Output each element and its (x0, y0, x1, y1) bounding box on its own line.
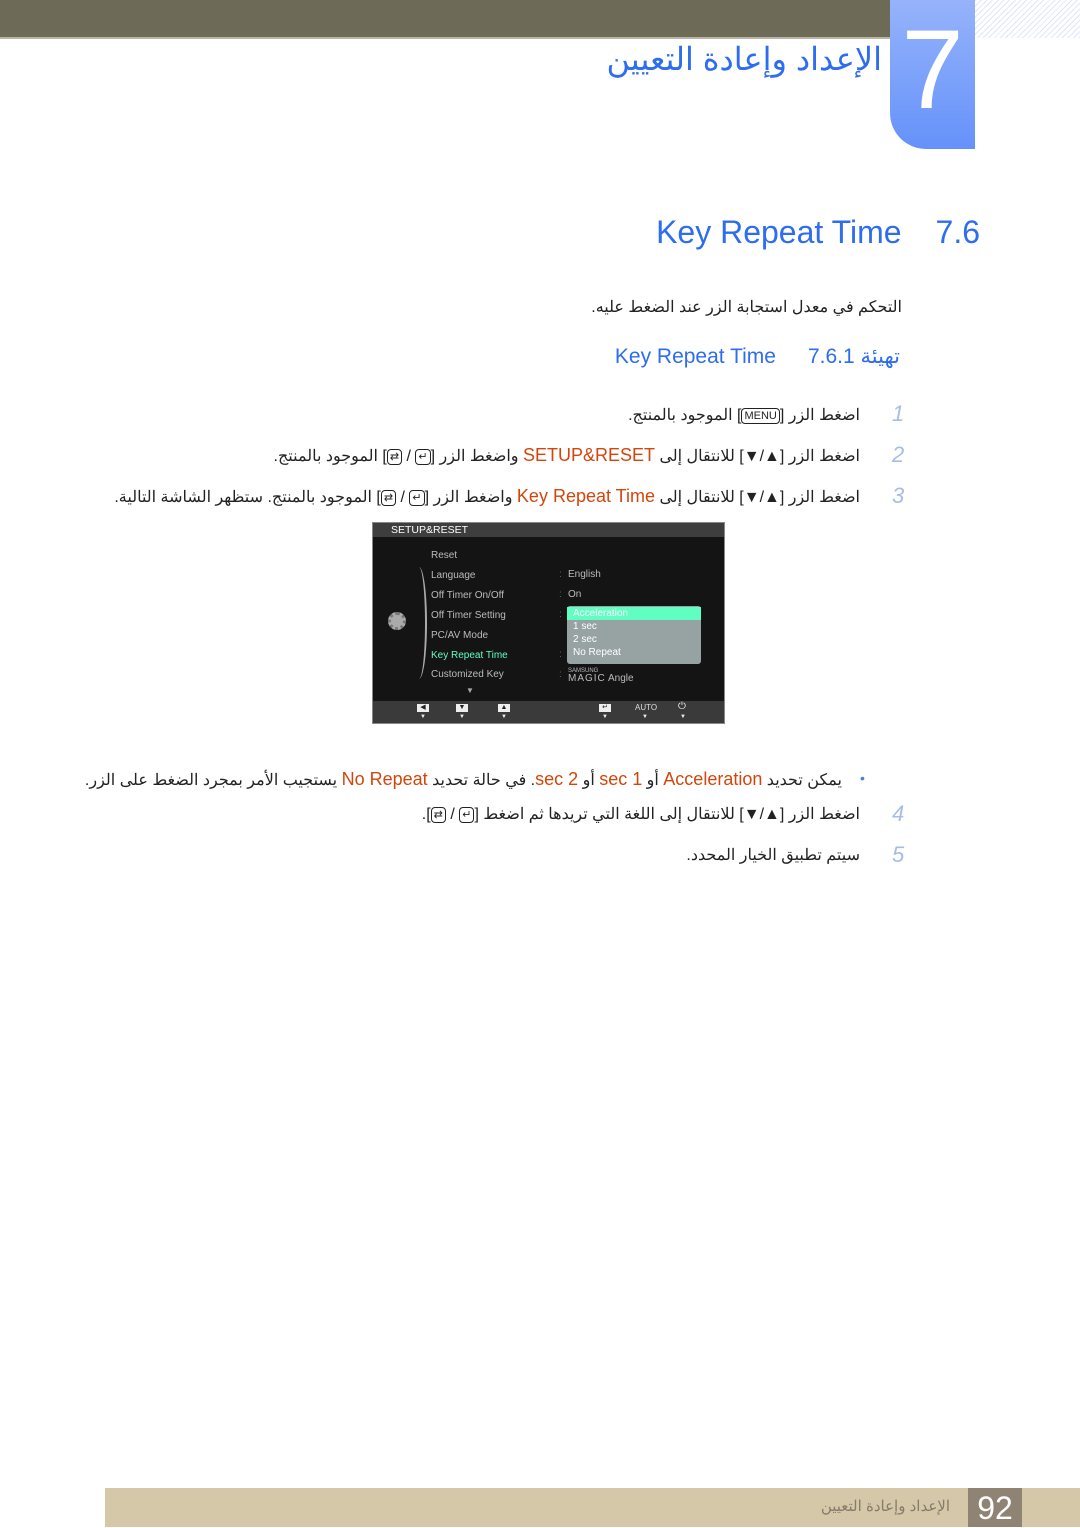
enter-key-icon: ↵ (409, 489, 425, 506)
enter-button-icon: ↵ (599, 704, 611, 712)
source-key-icon: ⇄ (380, 489, 397, 506)
highlight-text: Key Repeat Time (516, 486, 655, 506)
power-icon: ⏻ (678, 701, 686, 712)
intro-text: التحكم في معدل استجابة الزر عند الضغط عل… (591, 299, 902, 316)
step-number: 5 (892, 842, 905, 867)
enter-key-icon: ↵ (415, 448, 431, 465)
step-number: 1 (892, 401, 905, 426)
osd-screenshot: SETUP&RESET Reset Language Off Timer On/… (372, 522, 725, 724)
osd-item: Off Timer Setting (431, 610, 506, 621)
bullet-icon: • (860, 770, 865, 786)
step-5: سيتم تطبيق الخيار المحدد. (686, 847, 860, 864)
osd-item: Language (431, 570, 476, 581)
auto-button-label: AUTO (635, 703, 658, 712)
section-title: Key Repeat Time (656, 214, 902, 250)
highlight-text: SETUP&RESET (522, 445, 655, 465)
subsection-title: تهيئة Key Repeat Time (614, 345, 900, 368)
scroll-down-icon: ▼ (466, 686, 474, 695)
dropdown-option: 1 sec (573, 621, 597, 632)
source-key-icon: ⇄ (430, 806, 446, 823)
step-1: اضغط الزر [MENU] الموجود بالمنتج. (628, 407, 860, 424)
chapter-title: الإعداد وإعادة التعيين (606, 41, 882, 77)
subsection-number: 7.6.1 (807, 345, 855, 368)
note-text: يمكن تحديد Acceleration أو sec 1 أو sec … (84, 769, 842, 789)
step-number: 2 (892, 442, 905, 467)
osd-header: SETUP&RESET (373, 523, 724, 537)
subsection-heading: تهيئة Key Repeat Time7.6.1 (615, 344, 900, 369)
step-2: اضغط الزر [▲/▼] للانتقال إلى SETUP&RESET… (273, 445, 860, 465)
osd-value: English (568, 569, 601, 580)
up-button-icon: ▲ (498, 704, 510, 712)
step-number: 3 (892, 483, 905, 508)
down-button-icon: ▼ (456, 704, 468, 712)
step-3: اضغط الزر [▲/▼] للانتقال إلى Key Repeat … (114, 486, 860, 506)
section-heading: Key Repeat Time 7.6 (656, 214, 980, 251)
chapter-number: 7 (890, 0, 975, 149)
left-button-icon: ◀ (417, 704, 429, 712)
osd-value: On (568, 589, 582, 600)
osd-item: Off Timer On/Off (431, 590, 504, 601)
osd-item-selected: Key Repeat Time (431, 650, 508, 661)
osd-value: SAMSUNG MAGIC Angle (568, 668, 634, 684)
osd-footer: ◀ ▼ ▲ ↵ AUTO ⏻ ▼ ▼ ▼ ▼ ▼ ▼ (373, 701, 724, 723)
top-bar (0, 0, 890, 39)
menu-key: MENU (741, 407, 780, 424)
menu-arc (411, 567, 427, 679)
dropdown-option: No Repeat (573, 647, 621, 658)
dropdown-option: 2 sec (573, 634, 597, 645)
page-number: 92 (968, 1488, 1022, 1527)
section-number: 7.6 (935, 214, 980, 250)
gear-icon (388, 612, 406, 630)
step-number: 4 (892, 801, 905, 826)
osd-item: PC/AV Mode (431, 630, 489, 641)
decorative-hatch (975, 0, 1080, 38)
enter-key-icon: ↵ (459, 806, 475, 823)
source-key-icon: ⇄ (386, 448, 403, 465)
osd-item: Customized Key (431, 669, 504, 680)
footer-title: الإعداد وإعادة التعيين (820, 1498, 950, 1515)
step-4: اضغط الزر [▲/▼] للانتقال إلى اللغة التي … (421, 806, 860, 823)
osd-item: Reset (431, 550, 458, 561)
osd-dropdown: Acceleration 1 sec 2 sec No Repeat (567, 606, 701, 664)
dropdown-option-selected: Acceleration (567, 607, 701, 620)
